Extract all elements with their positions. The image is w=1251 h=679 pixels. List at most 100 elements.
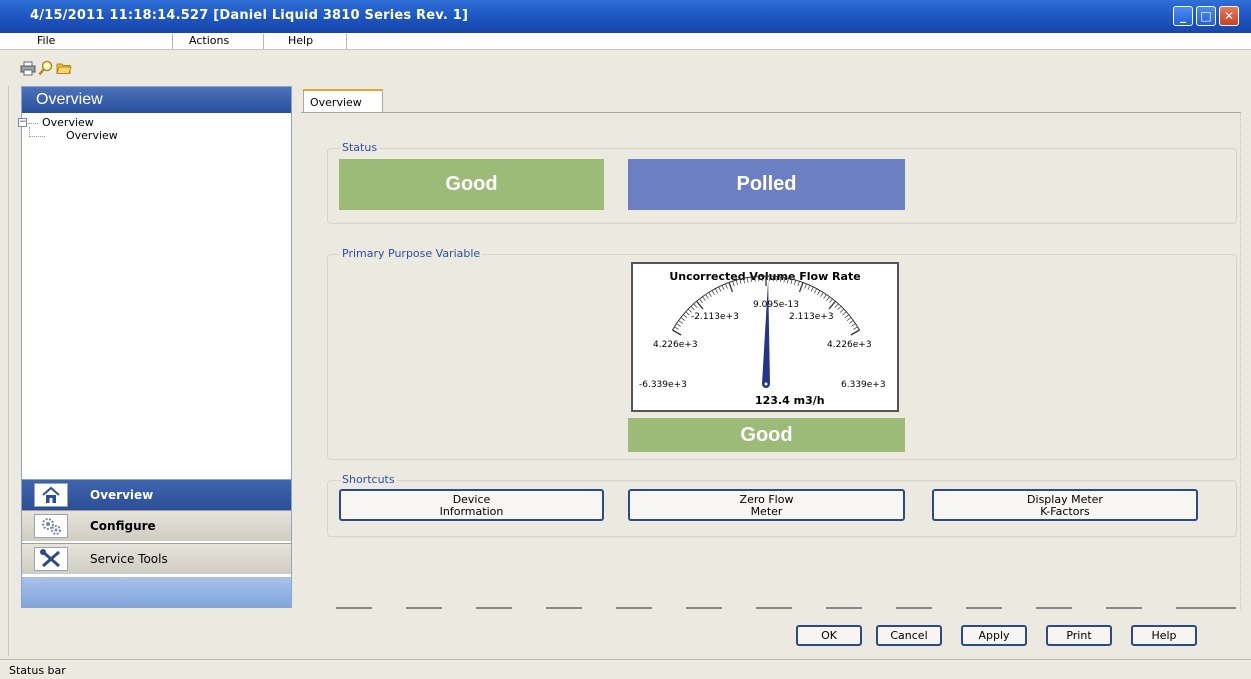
- shortcuts-group-label: Shortcuts: [340, 473, 397, 486]
- zero-flow-meter-button[interactable]: Zero Flow Meter: [628, 489, 905, 521]
- home-icon: [34, 483, 68, 507]
- help-button[interactable]: Help: [1131, 625, 1197, 646]
- separator-dash: [966, 607, 1002, 609]
- gauge-tick-mark: [685, 311, 690, 316]
- gauge-tick-mark: [750, 277, 753, 283]
- gauge-tick-label: 4.226e+3: [653, 340, 698, 350]
- flow-rate-gauge: Uncorrected Volume Flow Rate 9.095e-13 -…: [631, 262, 899, 412]
- gauge-tick-mark: [842, 311, 847, 316]
- status-bar-text: Status bar: [9, 664, 66, 677]
- search-icon[interactable]: [38, 60, 54, 76]
- shortcut-label-line: Meter: [750, 505, 783, 518]
- tree-root-overview[interactable]: Overview: [42, 116, 94, 129]
- gauge-tick-mark: [683, 314, 688, 319]
- gauge-tick-mark: [810, 286, 814, 292]
- gauge-tick-mark: [725, 283, 728, 289]
- gauge-tick-label: -6.339e+3: [639, 380, 687, 390]
- gauge-tick-label: -2.113e+3: [691, 312, 739, 322]
- close-window-button[interactable]: ✕: [1219, 6, 1239, 26]
- gauge-tick-mark: [743, 278, 745, 284]
- title-bar: 4/15/2011 11:18:14.527 [Daniel Liquid 38…: [0, 0, 1251, 33]
- nav-service-tools-label: Service Tools: [90, 552, 168, 566]
- window-title: 4/15/2011 11:18:14.527 [Daniel Liquid 38…: [30, 8, 469, 23]
- gauge-tick-mark: [846, 317, 852, 321]
- menu-separator: [346, 34, 347, 49]
- print-button[interactable]: Print: [1046, 625, 1112, 646]
- tree-child-overview[interactable]: Overview: [66, 129, 118, 142]
- navigation-panel-footer: [22, 577, 291, 607]
- gears-icon: [34, 514, 68, 538]
- maximize-icon: □: [1200, 9, 1212, 23]
- nav-overview-button[interactable]: Overview: [22, 479, 291, 510]
- gauge-tick-mark: [680, 317, 686, 321]
- separator-dash: [1036, 607, 1072, 609]
- gauge-tick-mark: [699, 298, 703, 304]
- gauge-tick-mark: [678, 320, 683, 324]
- menu-bar: File Actions Help: [0, 33, 1251, 50]
- gauge-tick-label: 6.339e+3: [841, 380, 886, 390]
- tree-connector: [28, 123, 38, 124]
- gauge-tick-mark: [676, 323, 681, 327]
- display-meter-k-factors-button[interactable]: Display Meter K-Factors: [932, 489, 1198, 521]
- navigation-panel-header: Overview: [22, 87, 291, 113]
- nav-overview-label: Overview: [90, 488, 154, 502]
- gauge-tick-mark: [718, 286, 722, 292]
- tree-connector: [29, 136, 45, 137]
- status-good-indicator: Good: [339, 159, 604, 210]
- separator-dash: [406, 607, 442, 609]
- status-polled-indicator: Polled: [628, 159, 905, 210]
- gauge-tick-mark: [705, 294, 709, 299]
- nav-configure-label: Configure: [90, 519, 156, 533]
- apply-button[interactable]: Apply: [961, 625, 1027, 646]
- minimize-button[interactable]: _: [1173, 6, 1193, 26]
- gauge-tick-mark: [829, 298, 833, 304]
- gauge-tick-mark: [693, 303, 698, 308]
- menu-separator: [172, 34, 173, 49]
- navigation-panel: Overview − Overview Overview Overview Co…: [18, 86, 292, 608]
- gauge-tick-mark: [672, 329, 682, 336]
- gauge-tick-mark: [826, 296, 830, 301]
- separator-dash: [1106, 607, 1142, 609]
- gauge-tick-mark: [798, 282, 804, 293]
- cancel-button[interactable]: Cancel: [876, 625, 942, 646]
- gauge-tick-mark: [732, 281, 735, 287]
- separator-dash: [546, 607, 582, 609]
- menu-help[interactable]: Help: [288, 34, 313, 47]
- separator-dash: [686, 607, 722, 609]
- folder-open-icon[interactable]: [56, 60, 72, 76]
- gauge-tick-mark: [739, 279, 742, 285]
- nav-service-tools-button[interactable]: Service Tools: [22, 543, 291, 574]
- gauge-tick-mark: [690, 306, 695, 311]
- menu-actions[interactable]: Actions: [189, 34, 229, 47]
- gauge-tick-mark: [790, 279, 793, 285]
- gauge-tick-mark: [849, 320, 854, 324]
- gauge-tick-mark: [779, 277, 782, 283]
- print-icon[interactable]: [20, 60, 36, 76]
- separator-dash: [1176, 607, 1236, 609]
- gauge-tick-mark: [834, 303, 839, 308]
- gauge-tick-mark: [837, 306, 842, 311]
- menu-file[interactable]: File: [37, 34, 55, 47]
- nav-configure-button[interactable]: Configure: [22, 510, 291, 541]
- maximize-button[interactable]: □: [1196, 6, 1216, 26]
- gauge-tick-mark: [702, 296, 706, 301]
- ok-button[interactable]: OK: [796, 625, 862, 646]
- gauge-tick-mark: [783, 277, 786, 283]
- gauge-tick-mark: [820, 292, 824, 297]
- gauge-tick-mark: [776, 276, 778, 282]
- gauge-tick-mark: [814, 288, 818, 294]
- ppv-group-label: Primary Purpose Variable: [340, 247, 483, 260]
- gauge-tick-mark: [674, 326, 679, 330]
- gauge-tick-mark: [714, 288, 718, 294]
- gauge-tick-mark: [823, 294, 827, 299]
- gauge-tick-mark: [851, 323, 856, 327]
- gauge-tick-mark: [839, 308, 844, 313]
- tab-overview[interactable]: Overview: [303, 89, 383, 113]
- tree-expander[interactable]: −: [18, 118, 27, 127]
- gauge-tick-mark: [728, 282, 734, 293]
- device-information-button[interactable]: Device Information: [339, 489, 604, 521]
- minimize-icon: _: [1180, 9, 1186, 23]
- gauge-tick-label: 2.113e+3: [789, 312, 834, 322]
- shortcut-label-line: K-Factors: [1040, 505, 1090, 518]
- gauge-tick-mark: [853, 326, 858, 330]
